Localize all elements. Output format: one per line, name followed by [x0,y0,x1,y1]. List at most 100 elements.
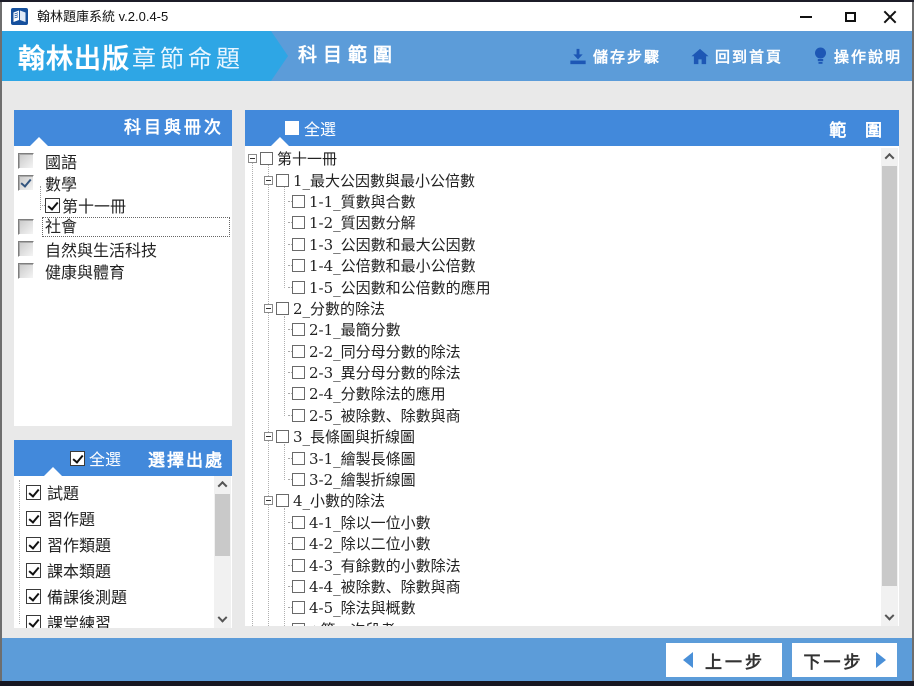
tree-checkbox[interactable] [276,494,289,508]
tree-checkbox[interactable] [292,237,305,251]
tree-checkbox[interactable] [292,558,305,572]
tree-checkbox[interactable] [260,152,273,166]
tree-checkbox[interactable] [292,473,305,487]
tree-row[interactable]: 2-5_被除數、除數與商 [245,405,899,426]
source-checkbox[interactable] [26,562,41,578]
collapse-minus-icon[interactable] [264,496,273,506]
tree-row[interactable]: 3-2_繪製折線圖 [245,469,899,490]
source-row[interactable]: 課堂練習 [14,609,232,628]
tree-item-label: 1-4_公倍數和最小公倍數 [309,257,476,276]
tree-checkbox[interactable] [292,323,305,337]
tree-row[interactable]: 1-4_公倍數和最小公倍數 [245,255,899,276]
tree-row[interactable]: 1_最大公因數與最小公倍數 [245,169,899,190]
tree-checkbox[interactable] [292,280,305,294]
tree-checkbox[interactable] [292,622,305,626]
help-button[interactable]: 操作說明 [813,46,902,67]
subject-row[interactable]: 社會 [14,216,232,238]
tree-row[interactable]: ▲第一次段考 [245,619,899,626]
tree-checkbox[interactable] [276,430,289,444]
source-checkbox[interactable] [26,484,41,500]
maximize-button[interactable] [834,2,866,31]
tree-row[interactable]: 1-5_公因數和公倍數的應用 [245,276,899,297]
tree-row[interactable]: 4-2_除以二位小數 [245,533,899,554]
collapse-minus-icon[interactable] [264,175,273,185]
tree-checkbox[interactable] [292,216,305,230]
volume-checkbox[interactable] [45,197,60,213]
tree-checkbox[interactable] [292,344,305,358]
sources-select-all-checkbox[interactable] [70,450,85,466]
tree-checkbox[interactable] [292,601,305,615]
tree-checkbox[interactable] [276,301,289,315]
minimize-button[interactable] [790,2,822,31]
tree-checkbox[interactable] [292,259,305,273]
volume-row[interactable]: 第十一冊 [14,194,232,216]
collapse-minus-icon[interactable] [264,303,273,313]
source-row[interactable]: 習作類題 [14,531,232,557]
next-step-label: 下一步 [803,652,864,672]
source-row[interactable]: 試題 [14,479,232,505]
tree-row[interactable]: 4-5_除法與概數 [245,597,899,618]
tree-checkbox[interactable] [292,537,305,551]
sources-scrollbar[interactable] [214,476,231,628]
tree-row[interactable]: 4-4_被除數、除數與商 [245,576,899,597]
source-row[interactable]: 備課後測題 [14,583,232,609]
tree-row[interactable]: 4_小數的除法 [245,490,899,511]
close-button[interactable] [874,2,906,31]
tree-item-label: 3-1_繪製長條圖 [309,449,416,468]
scrollbar-thumb[interactable] [215,494,230,556]
tree-checkbox[interactable] [292,408,305,422]
tree-row[interactable]: 3-1_繪製長條圖 [245,447,899,468]
tree-row[interactable]: 第十一冊 [245,148,899,169]
subject-row[interactable]: 自然與生活科技 [14,238,232,260]
tree-row[interactable]: 1-1_質數與合數 [245,191,899,212]
tree-row[interactable]: 2-3_異分母分數的除法 [245,362,899,383]
scroll-up-arrow[interactable] [214,476,231,492]
scroll-down-arrow[interactable] [881,610,898,626]
source-checkbox[interactable] [26,614,41,628]
tree-checkbox[interactable] [292,580,305,593]
tree-row[interactable]: 2_分數的除法 [245,298,899,319]
tree-row[interactable]: 2-2_同分母分數的除法 [245,341,899,362]
tree-item-label: 3-2_繪製折線圖 [309,471,416,490]
tree-row[interactable]: 4-1_除以一位小數 [245,512,899,533]
range-panel-notch [271,137,289,146]
subject-checkbox[interactable] [18,153,34,169]
source-checkbox[interactable] [26,510,41,526]
next-step-button[interactable]: 下一步 [792,643,897,677]
source-checkbox[interactable] [26,588,41,604]
subject-row[interactable]: 國語 [14,150,232,172]
tree-row[interactable]: 1-3_公因數和最大公因數 [245,234,899,255]
tree-item-label: 1-1_質數與合數 [309,192,416,211]
subject-row[interactable]: 數學 [14,172,232,194]
scroll-up-arrow[interactable] [881,148,898,164]
range-select-all-checkbox[interactable] [285,121,299,135]
collapse-minus-icon[interactable] [264,432,273,442]
source-checkbox[interactable] [26,536,41,552]
tree-row[interactable]: 1-2_質因數分解 [245,212,899,233]
tree-row[interactable]: 4-3_有餘數的小數除法 [245,554,899,575]
source-row[interactable]: 課本類題 [14,557,232,583]
tree-checkbox[interactable] [276,173,289,187]
subject-row[interactable]: 健康與體育 [14,260,232,282]
tree-row[interactable]: 3_長條圖與折線圖 [245,426,899,447]
previous-step-button[interactable]: 上一步 [666,643,782,677]
subject-checkbox[interactable] [18,219,34,235]
source-row[interactable]: 習作題 [14,505,232,531]
subject-checkbox[interactable] [18,241,34,257]
scrollbar-thumb[interactable] [882,166,897,586]
tree-checkbox[interactable] [292,515,305,529]
save-steps-button[interactable]: 儲存步驟 [569,46,661,67]
tree-row[interactable]: 2-1_最簡分數 [245,319,899,340]
range-scrollbar[interactable] [881,148,898,626]
subject-checkbox[interactable] [18,263,34,279]
scroll-down-arrow[interactable] [214,612,231,628]
source-label: 試題 [47,484,80,503]
tree-row[interactable]: 2-4_分數除法的應用 [245,383,899,404]
collapse-minus-icon[interactable] [248,154,257,164]
tree-checkbox[interactable] [292,194,305,208]
tree-checkbox[interactable] [292,366,305,380]
home-button[interactable]: 回到首頁 [691,46,783,67]
tree-checkbox[interactable] [292,451,305,465]
tree-checkbox[interactable] [292,387,305,401]
subject-checkbox[interactable] [18,175,34,191]
